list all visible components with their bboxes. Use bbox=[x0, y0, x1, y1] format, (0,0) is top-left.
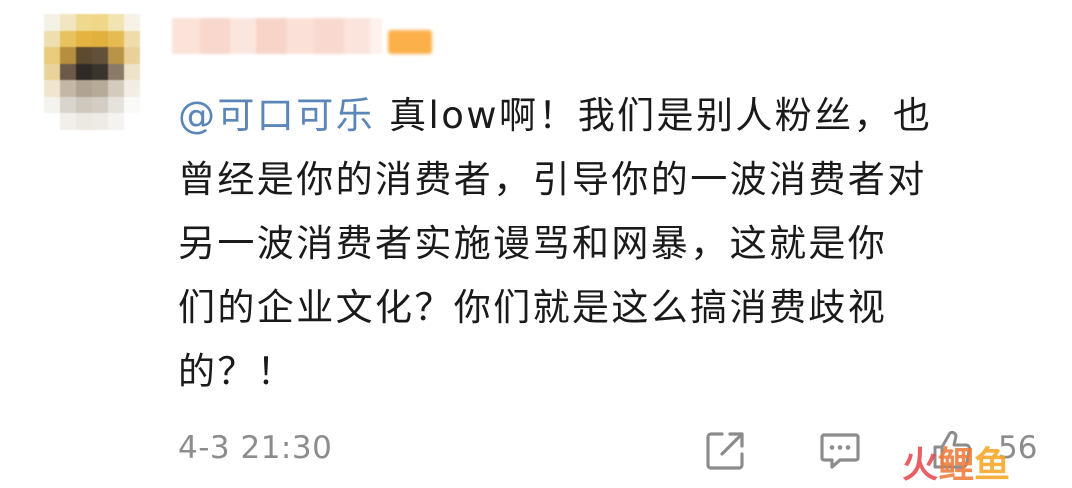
comment-icon bbox=[820, 433, 860, 469]
comment-text: @可口可乐 真low啊！我们是别人粉丝，也 曾经是你的消费者，引导你的一波消费者… bbox=[178, 84, 1028, 404]
comment-line: 的？！ bbox=[178, 350, 297, 393]
user-level-badge bbox=[388, 30, 432, 54]
share-button[interactable] bbox=[704, 428, 748, 472]
comment-line-text: 真low啊！我们是别人粉丝，也 bbox=[375, 94, 933, 137]
comment-line: @可口可乐 真low啊！我们是别人粉丝，也 bbox=[178, 84, 1028, 148]
comment-line: 另一波消费者实施谩骂和网暴，这就是你 bbox=[178, 222, 888, 265]
avatar[interactable] bbox=[44, 14, 140, 130]
comment-line: 们的企业文化？你们就是这么搞消费歧视 bbox=[178, 286, 888, 329]
comment-line: 曾经是你的消费者，引导你的一波消费者对 bbox=[178, 158, 927, 201]
reply-button[interactable] bbox=[818, 428, 862, 472]
share-icon bbox=[706, 432, 744, 470]
watermark-logo: 火鲤鱼 bbox=[902, 445, 1011, 486]
mention-link[interactable]: @可口可乐 bbox=[178, 94, 375, 137]
username[interactable] bbox=[172, 14, 382, 58]
timestamp: 4-3 21:30 bbox=[178, 430, 333, 466]
